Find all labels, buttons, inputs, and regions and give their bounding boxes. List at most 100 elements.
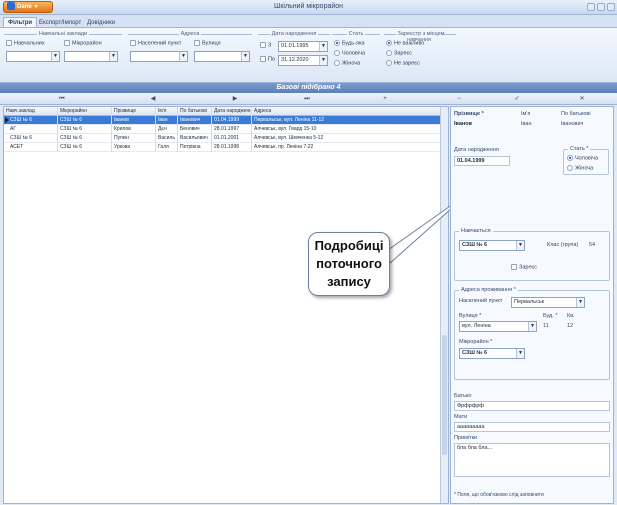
- checkbox-box: [511, 264, 517, 270]
- calendar-dropdown-icon: ▼: [319, 56, 327, 65]
- radio-circle: [386, 40, 392, 46]
- mother-label: Мати: [454, 414, 468, 420]
- nav-cancel-button[interactable]: ✕: [575, 94, 589, 104]
- checkbox-box: [260, 56, 266, 62]
- dropdown-arrow-icon: ▼: [109, 52, 117, 61]
- checkbox-registered[interactable]: Зареєс: [511, 264, 537, 270]
- column-header-birth-date[interactable]: Дата народження: [212, 107, 252, 116]
- district-select[interactable]: СЗШ № 6 ▼: [459, 348, 525, 359]
- checkbox-street[interactable]: Вулиця: [194, 40, 221, 46]
- group-study-registration: Зареєстр з місцем навчання Не важливо За…: [384, 31, 456, 71]
- group-schools: Навчальні заклади Навчальних Мікрорайон …: [4, 31, 122, 71]
- sex-fieldset: Стать * Чоловіча Жіноча: [563, 146, 609, 175]
- column-header-patronymic[interactable]: По батькові: [178, 107, 212, 116]
- radio-study-unregistered[interactable]: Не зареєс: [386, 60, 420, 66]
- mother-field[interactable]: ааааааааа: [454, 422, 610, 432]
- nav-next-button[interactable]: ▶: [228, 94, 242, 104]
- house-label: Буд. *: [543, 313, 558, 319]
- column-header-address[interactable]: Адреса: [252, 107, 441, 116]
- column-header-surname[interactable]: Прізвище: [112, 107, 156, 116]
- checkbox-date-to[interactable]: По: [260, 56, 275, 62]
- checkbox-locality[interactable]: Населений пункт: [130, 40, 181, 46]
- checkbox-district[interactable]: Мікрорайон: [64, 40, 102, 46]
- records-count-caption: Базові підібрано 4: [0, 83, 617, 93]
- radio-detail-female[interactable]: Жіноча: [567, 165, 593, 171]
- cell-district: СЗШ № 6: [58, 143, 112, 152]
- locality-label: Населений пункт: [459, 298, 503, 304]
- cell-patronymic: Васильович: [178, 134, 212, 143]
- nav-add-button[interactable]: +: [378, 94, 392, 104]
- notes-field[interactable]: бла бла бла...: [454, 443, 610, 477]
- district-select[interactable]: ▼: [64, 51, 118, 62]
- checkbox-school[interactable]: Навчальних: [6, 40, 45, 46]
- dropdown-arrow-icon: ▼: [516, 241, 524, 250]
- study-school-select[interactable]: СЗШ № 6 ▼: [459, 240, 525, 251]
- tab-dictionaries[interactable]: Довідники: [82, 17, 120, 27]
- title-bar: Dane ▼ Шкільний мікрорайон: [0, 0, 617, 15]
- column-header-district[interactable]: Мікрорайон: [58, 107, 112, 116]
- radio-circle: [567, 155, 573, 161]
- cell-patronymic: Петрівна: [178, 143, 212, 152]
- nav-delete-button[interactable]: −: [452, 94, 466, 104]
- column-header-school[interactable]: Навч.заклад: [4, 107, 58, 116]
- name-label: Ім'я: [521, 111, 531, 117]
- birth-date-field[interactable]: 01.04.1999: [454, 156, 510, 166]
- nav-apply-button[interactable]: ✓: [510, 94, 524, 104]
- flat-field[interactable]: 12: [567, 323, 573, 329]
- patronymic-field[interactable]: Іванович: [561, 121, 583, 127]
- grid-scrollbar[interactable]: [440, 107, 448, 503]
- group-sex-title: Стать: [346, 31, 366, 37]
- radio-study-any[interactable]: Не важливо: [386, 40, 424, 46]
- table-row[interactable]: СЗШ № 6 СЗШ № 6 Іванов Іван Іванович 01.…: [4, 116, 448, 125]
- scrollbar-thumb[interactable]: [442, 335, 447, 455]
- required-fields-note: * Поля, що обов'язково слід заповнити: [454, 492, 544, 498]
- table-row[interactable]: АСЕТ СЗШ № 6 Уркова Галя Петрівна 28.01.…: [4, 143, 448, 152]
- radio-sex-female[interactable]: Жіноча: [334, 60, 360, 66]
- radio-circle: [334, 50, 340, 56]
- surname-field[interactable]: Іванов: [454, 121, 472, 127]
- close-window-button[interactable]: [607, 3, 615, 11]
- column-header-name[interactable]: Ім'я: [156, 107, 178, 116]
- date-from-input[interactable]: 01.01.1995 ▼: [278, 41, 328, 52]
- minimize-button[interactable]: [587, 3, 595, 11]
- radio-sex-male[interactable]: Чоловіча: [334, 50, 365, 56]
- street-select[interactable]: вул. Леніна ▼: [459, 321, 537, 332]
- street-select[interactable]: ▼: [194, 51, 250, 62]
- school-select[interactable]: ▼: [6, 51, 60, 62]
- father-field[interactable]: Фрфрфрф: [454, 401, 610, 411]
- date-to-input[interactable]: 31.12.2020 ▼: [278, 55, 328, 66]
- house-field[interactable]: 11: [543, 323, 549, 329]
- maximize-button[interactable]: [597, 3, 605, 11]
- radio-circle: [567, 165, 573, 171]
- table-row[interactable]: СЗШ № 6 СЗШ № 6 Пупкін Василь Васильович…: [4, 134, 448, 143]
- nav-last-button[interactable]: ⏭: [300, 94, 314, 104]
- class-label: Клас (група): [547, 242, 579, 248]
- locality-select[interactable]: ▼: [130, 51, 188, 62]
- record-navigator: ⏮ ◀ ▶ ⏭ + − ✓ ✕: [0, 93, 617, 105]
- tab-filters[interactable]: Фільтри: [3, 17, 38, 27]
- nav-prev-button[interactable]: ◀: [146, 94, 160, 104]
- nav-first-button[interactable]: ⏮: [55, 94, 69, 104]
- cell-school: СЗШ № 6: [8, 134, 58, 143]
- checkbox-box: [194, 40, 200, 46]
- cell-address: Алчевськ, пр. Леніна 7-22: [252, 143, 441, 152]
- cell-address: Алчевськ, вул. Шевченка 5-12: [252, 134, 441, 143]
- study-legend: Навчається: [459, 228, 493, 234]
- radio-sex-any[interactable]: Будь-яка: [334, 40, 365, 46]
- checkbox-date-from[interactable]: З: [260, 42, 271, 48]
- cell-name: Іван: [156, 116, 178, 125]
- father-label: Батько: [454, 393, 472, 399]
- study-fieldset: Навчається СЗШ № 6 ▼ Клас (група) 54 Заре…: [454, 228, 610, 281]
- name-field[interactable]: Іван: [521, 121, 531, 127]
- surname-label: Прізвище *: [454, 111, 484, 117]
- radio-circle: [334, 40, 340, 46]
- tab-export-import[interactable]: Експорт/Імпорт: [34, 17, 86, 27]
- radio-study-registered[interactable]: Зареєс: [386, 50, 412, 56]
- cell-name: Галя: [156, 143, 178, 152]
- table-row[interactable]: АГ СЗШ № 6 Крилов Дєн Бенович 28.01.1997…: [4, 125, 448, 134]
- radio-detail-male[interactable]: Чоловіча: [567, 155, 598, 161]
- dropdown-arrow-icon: ▼: [576, 298, 584, 307]
- dropdown-arrow-icon: ▼: [528, 322, 536, 331]
- locality-select[interactable]: Первальськ ▼: [511, 297, 585, 308]
- class-field[interactable]: 54: [589, 242, 595, 248]
